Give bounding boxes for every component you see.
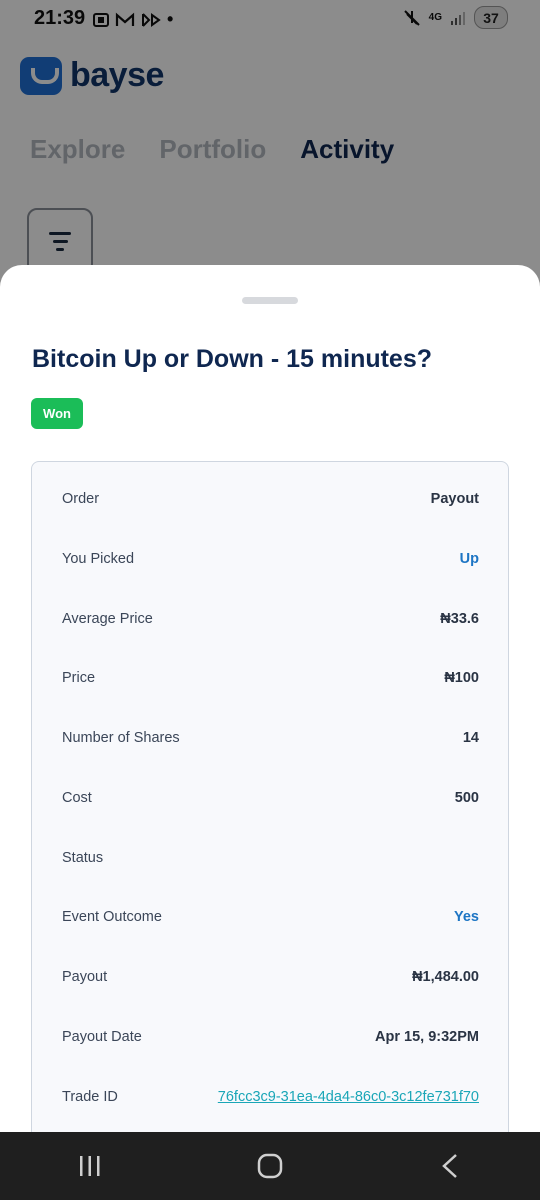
detail-label: Average Price [62, 611, 153, 627]
detail-row-order: Order Payout [62, 487, 479, 511]
detail-value: ₦100 [444, 670, 479, 686]
detail-row-trade-id: Trade ID 76fcc3c9-31ea-4da4-86c0-3c12fe7… [62, 1085, 479, 1109]
detail-label: Payout [62, 969, 108, 985]
home-button[interactable] [240, 1136, 300, 1196]
detail-row-payout: Payout ₦1,484.00 [62, 965, 479, 989]
detail-label: Event Outcome [62, 909, 162, 925]
status-badge: Won [31, 398, 83, 429]
back-button[interactable] [420, 1136, 480, 1196]
recents-icon [80, 1156, 100, 1176]
detail-label: Trade ID [62, 1089, 118, 1105]
detail-label: You Picked [62, 551, 135, 567]
detail-row-event-outcome: Event Outcome Yes [62, 905, 479, 929]
detail-value: 500 [454, 790, 479, 806]
detail-value: Apr 15, 9:32PM [375, 1029, 479, 1045]
detail-row-number-of-shares: Number of Shares 14 [62, 726, 479, 750]
detail-value: Yes [454, 909, 479, 925]
detail-value: 14 [462, 730, 479, 746]
detail-row-cost: Cost 500 [62, 786, 479, 810]
recents-button[interactable] [60, 1136, 120, 1196]
detail-row-you-picked: You Picked Up [62, 547, 479, 571]
sheet-title: Bitcoin Up or Down - 15 minutes? [32, 345, 433, 373]
detail-label: Payout Date [62, 1029, 142, 1045]
detail-row-status: Status [62, 846, 479, 870]
detail-label: Order [62, 491, 100, 507]
detail-value: ₦1,484.00 [412, 969, 479, 985]
system-nav-bar [0, 1132, 540, 1200]
home-icon [257, 1153, 283, 1179]
detail-value: Payout [430, 491, 479, 507]
detail-value: Up [459, 551, 479, 567]
detail-label: Status [62, 850, 104, 866]
detail-label: Number of Shares [62, 730, 180, 746]
sheet-drag-handle[interactable] [242, 297, 298, 304]
detail-row-average-price: Average Price ₦33.6 [62, 607, 479, 631]
back-icon [442, 1154, 457, 1178]
detail-label: Price [62, 670, 96, 686]
detail-label: Cost [62, 790, 92, 806]
trade-details-card: Order Payout You Picked Up Average Price… [31, 461, 509, 1135]
trade-detail-sheet: Bitcoin Up or Down - 15 minutes? Won Ord… [0, 265, 540, 1135]
detail-value: ₦33.6 [440, 611, 479, 627]
detail-row-price: Price ₦100 [62, 666, 479, 690]
trade-id-link[interactable]: 76fcc3c9-31ea-4da4-86c0-3c12fe731f70 [218, 1089, 479, 1105]
detail-row-payout-date: Payout Date Apr 15, 9:32PM [62, 1025, 479, 1049]
